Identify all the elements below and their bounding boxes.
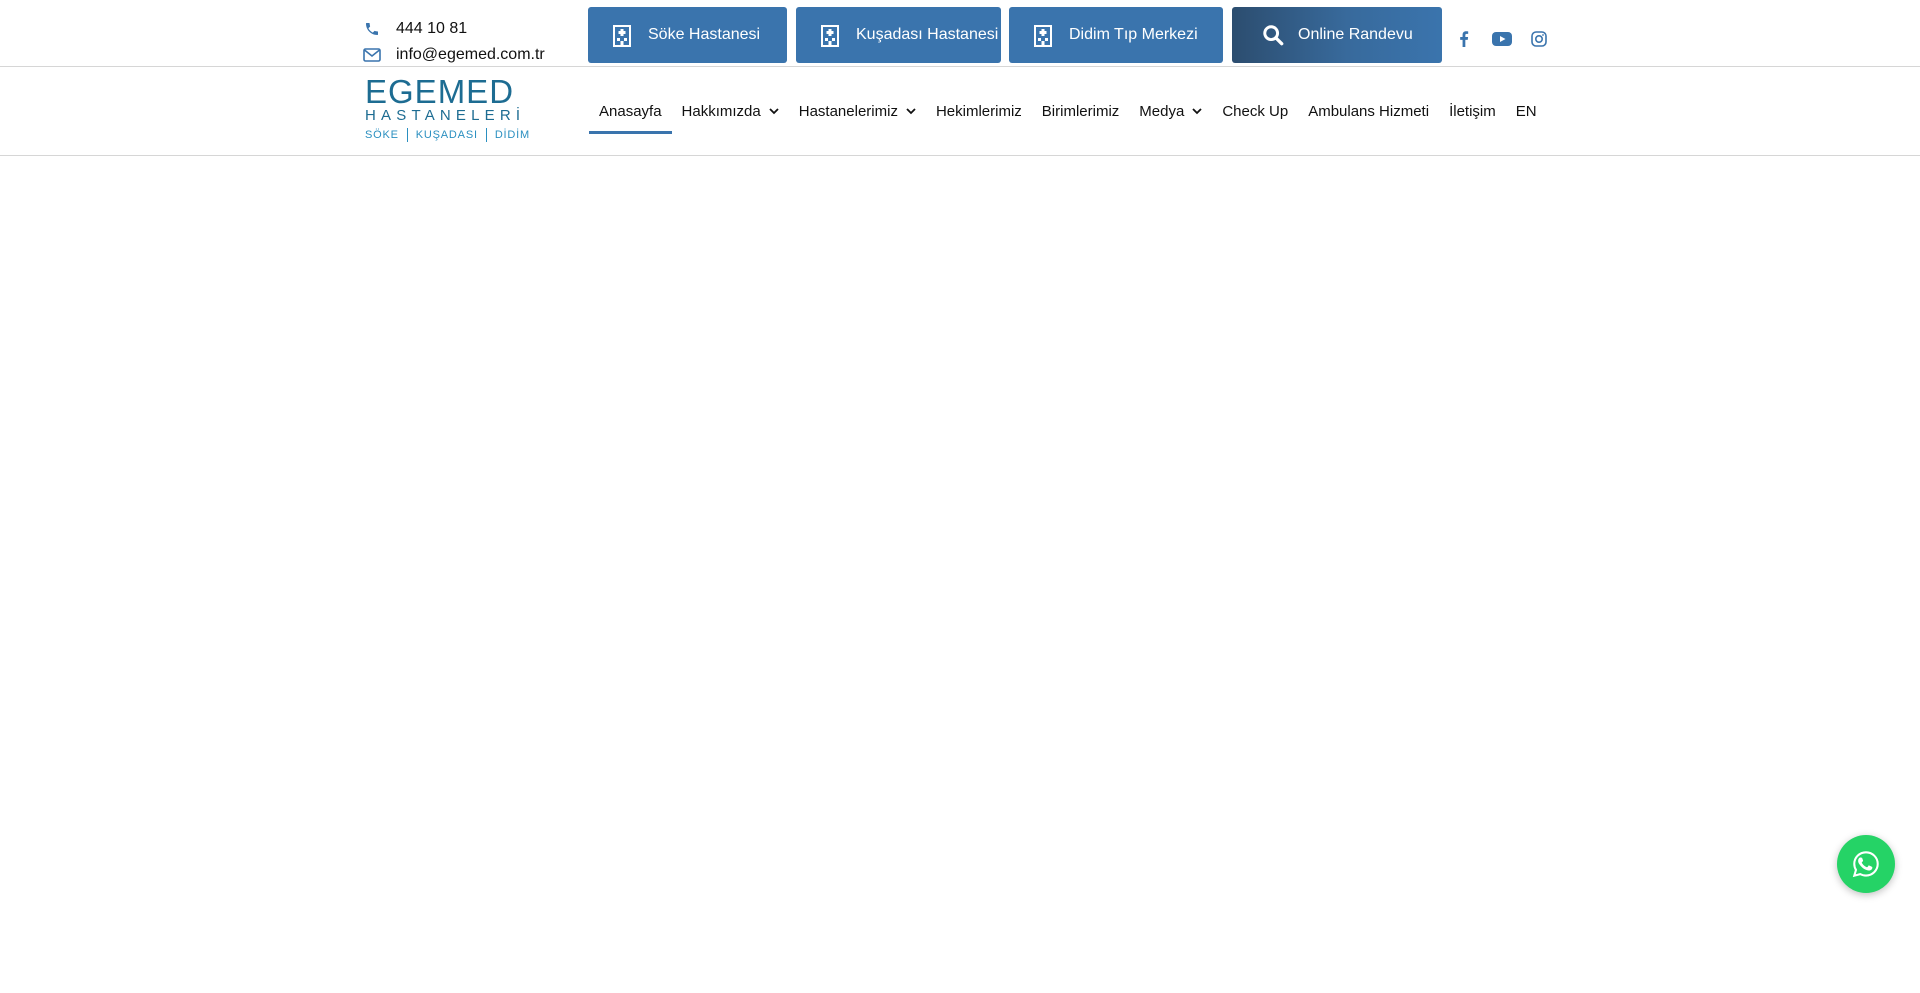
whatsapp-icon [1851,849,1881,879]
logo-subtitle: HASTANELERİ [365,107,526,124]
nav-label: EN [1515,102,1537,120]
didim-tip-merkezi-button[interactable]: Didim Tıp Merkezi [1009,7,1223,63]
logo-location-didim: DİDİM [494,129,530,141]
kusadasi-hastanesi-label: Kuşadası Hastanesi [856,26,999,43]
kusadasi-hastanesi-button[interactable]: Kuşadası Hastanesi [796,7,1001,63]
nav-label: Check Up [1222,102,1289,120]
hospital-icon [820,23,842,47]
search-icon [1262,23,1284,47]
envelope-icon [362,45,382,65]
email-address: info@egemed.com.tr [396,46,545,63]
phone-contact[interactable]: 444 10 81 [362,16,545,42]
nav-item-birimlerimiz[interactable]: Birimlerimiz [1032,67,1130,155]
soke-hastanesi-button[interactable]: Söke Hastanesi [588,7,787,63]
nav-item-check-up[interactable]: Check Up [1212,67,1298,155]
logo-title: EGEMED [365,73,515,110]
nav-item-hekimlerimiz[interactable]: Hekimlerimiz [926,67,1032,155]
nav-item-anasayfa[interactable]: Anasayfa [589,67,672,155]
nav-label: Ambulans Hizmeti [1308,102,1430,120]
chevron-down-icon [906,107,916,115]
nav-item-hastanelerimiz[interactable]: Hastanelerimiz [789,67,926,155]
nav-label: Hekimlerimiz [935,102,1022,120]
nav-item-en[interactable]: EN [1506,67,1547,155]
nav-label: Anasayfa [599,102,662,120]
nav-label: Birimlerimiz [1041,102,1120,120]
logo-location-kusadasi: KUŞADASI [415,129,478,141]
nav-item-ambulans-hizmeti[interactable]: Ambulans Hizmeti [1298,67,1439,155]
email-contact[interactable]: info@egemed.com.tr [362,42,545,68]
online-randevu-label: Online Randevu [1298,26,1413,43]
main-nav: Anasayfa Hakkımızda Hastanelerimiz Hekim… [589,67,1547,155]
phone-icon [362,19,382,39]
nav-label: Medya [1139,102,1185,120]
whatsapp-button[interactable] [1837,835,1895,893]
online-randevu-button[interactable]: Online Randevu [1232,7,1442,63]
egemed-logo[interactable]: EGEMED HASTANELERİ SÖKE KUŞADASI DİDİM [365,73,541,146]
hospital-icon [1033,23,1055,47]
hospital-icon [612,23,634,47]
top-bar: 444 10 81 info@egemed.com.tr Söke Hastan… [0,0,1920,67]
facebook-icon[interactable] [1453,28,1475,50]
contact-info: 444 10 81 info@egemed.com.tr [362,16,545,68]
nav-label: Hastanelerimiz [798,102,898,120]
didim-tip-merkezi-label: Didim Tıp Merkezi [1069,26,1198,43]
nav-label: İletişim [1449,102,1496,120]
youtube-icon[interactable] [1491,28,1513,50]
main-header: EGEMED HASTANELERİ SÖKE KUŞADASI DİDİM A… [0,67,1920,156]
nav-item-iletisim[interactable]: İletişim [1439,67,1506,155]
instagram-icon[interactable] [1528,28,1550,50]
logo-locations: SÖKE KUŞADASI DİDİM [365,128,541,142]
chevron-down-icon [1192,107,1202,115]
nav-item-hakkimizda[interactable]: Hakkımızda [672,67,789,155]
nav-label: Hakkımızda [681,102,761,120]
nav-item-medya[interactable]: Medya [1129,67,1212,155]
chevron-down-icon [769,107,779,115]
soke-hastanesi-label: Söke Hastanesi [648,26,761,43]
logo-location-soke: SÖKE [365,129,399,141]
phone-number: 444 10 81 [396,20,468,37]
